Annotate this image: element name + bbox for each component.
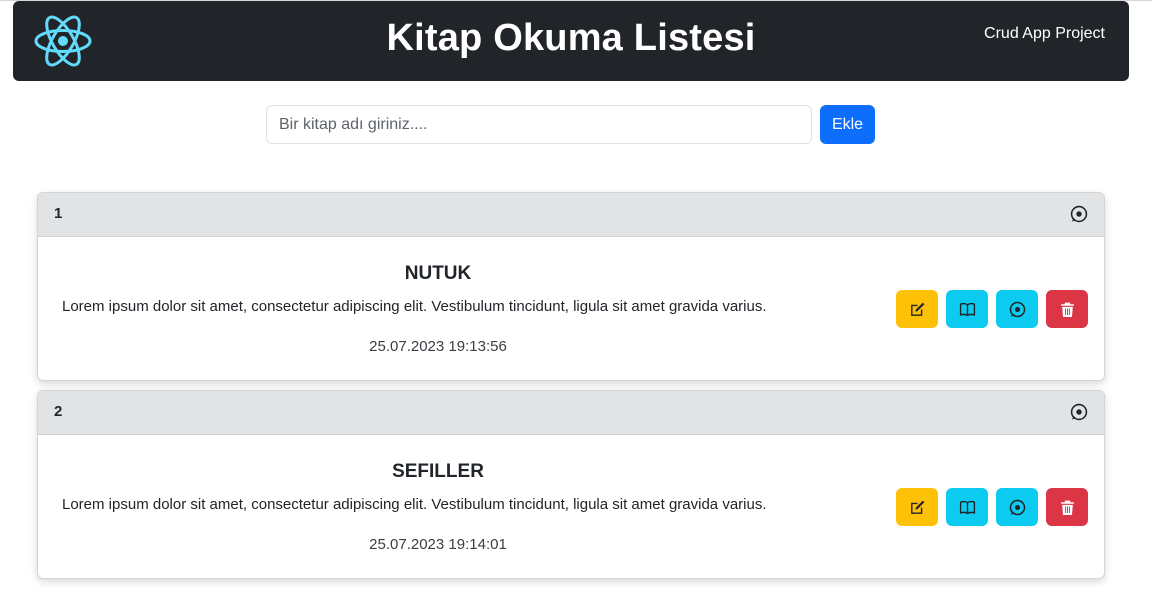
card-body: NUTUK Lorem ipsum dolor sit amet, consec… [38, 237, 1104, 380]
trash-icon [1060, 500, 1074, 515]
book-description: Lorem ipsum dolor sit amet, consectetur … [62, 298, 767, 315]
page-title: Kitap Okuma Listesi [386, 17, 756, 59]
book-card: 1 NUTUK Lorem ipsum dolor sit amet, cons… [37, 192, 1105, 381]
book-date: 25.07.2023 19:14:01 [369, 536, 507, 553]
edit-button[interactable] [896, 290, 938, 328]
delete-button[interactable] [1046, 488, 1088, 526]
comment-button[interactable] [996, 488, 1038, 526]
book-index: 1 [54, 205, 63, 222]
add-book-button[interactable]: Ekle [820, 105, 875, 144]
card-body: SEFILLER Lorem ipsum dolor sit amet, con… [38, 435, 1104, 578]
card-header: 2 [38, 391, 1104, 435]
edit-button[interactable] [896, 488, 938, 526]
project-link[interactable]: Crud App Project [984, 25, 1105, 43]
read-button[interactable] [946, 290, 988, 328]
book-icon [959, 500, 975, 514]
comment-button[interactable] [996, 290, 1038, 328]
pencil-square-icon [910, 302, 924, 316]
book-title: SEFILLER [392, 461, 484, 482]
comment-icon [1009, 301, 1025, 317]
comment-icon [1009, 499, 1025, 515]
read-button[interactable] [946, 488, 988, 526]
book-card: 2 SEFILLER Lorem ipsum dolor sit amet, c… [37, 390, 1105, 579]
comment-icon[interactable] [1070, 205, 1088, 223]
trash-icon [1060, 302, 1074, 317]
delete-button[interactable] [1046, 290, 1088, 328]
comment-icon[interactable] [1070, 403, 1088, 421]
book-index: 2 [54, 403, 63, 420]
card-header: 1 [38, 193, 1104, 237]
book-title: NUTUK [404, 263, 472, 284]
book-date: 25.07.2023 19:13:56 [369, 338, 507, 355]
navbar: Kitap Okuma Listesi Crud App Project [13, 1, 1129, 81]
book-icon [959, 302, 975, 316]
pencil-square-icon [910, 500, 924, 514]
book-description: Lorem ipsum dolor sit amet, consectetur … [62, 496, 767, 513]
book-name-input[interactable] [266, 105, 812, 144]
